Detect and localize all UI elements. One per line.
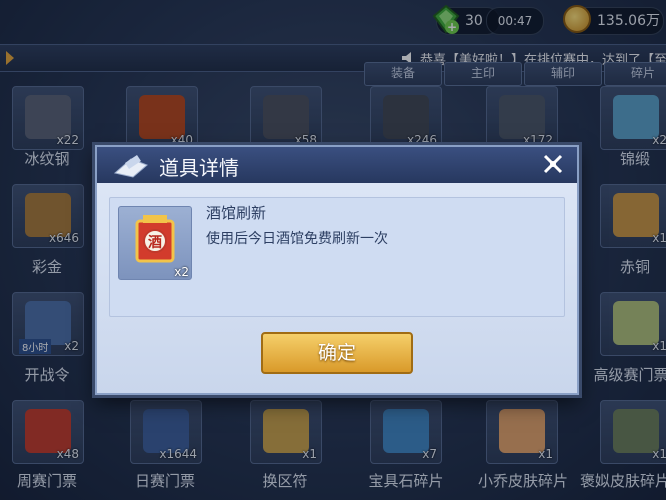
tavern-glyph: 酒 bbox=[148, 235, 162, 251]
confirm-button[interactable]: 确定 bbox=[261, 332, 413, 374]
item-quantity: x2 bbox=[174, 265, 189, 279]
item-slot: 酒 x2 bbox=[118, 206, 192, 280]
dialog-header: 道具详情 bbox=[97, 147, 577, 183]
close-icon[interactable] bbox=[541, 152, 565, 176]
item-info-panel: 酒 x2 酒馆刷新 使用后今日酒馆免费刷新一次 bbox=[109, 197, 565, 317]
item-title: 酒馆刷新 bbox=[206, 204, 267, 222]
scroll-icon bbox=[113, 155, 148, 178]
item-description: 使用后今日酒馆免费刷新一次 bbox=[206, 231, 388, 247]
dialog-title: 道具详情 bbox=[159, 156, 239, 180]
item-detail-dialog: 道具详情 酒 x2 酒馆刷新 使用后今日酒馆免费刷新一次 确定 bbox=[95, 145, 579, 395]
